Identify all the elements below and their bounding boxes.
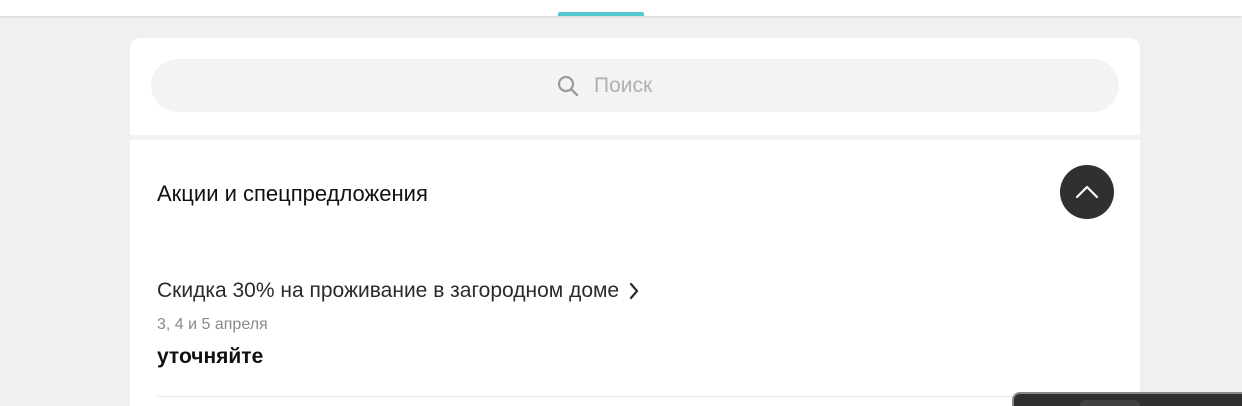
section-divider — [130, 135, 1140, 140]
section-title: Акции и спецпредложения — [157, 181, 428, 206]
active-tab-indicator — [558, 12, 644, 16]
search-inner — [556, 73, 714, 98]
search-input[interactable] — [594, 73, 714, 98]
floating-widget[interactable] — [1012, 392, 1242, 406]
row-divider — [157, 396, 1140, 397]
offer-title-link[interactable]: Скидка 30% на проживание в загородном до… — [157, 279, 639, 303]
offer-price: уточняйте — [157, 345, 264, 368]
page: Акции и спецпредложения Скидка 30% на пр… — [0, 0, 1242, 406]
chevron-up-icon — [1075, 185, 1099, 199]
top-bar — [0, 0, 1242, 16]
offer-dates: 3, 4 и 5 апреля — [157, 316, 268, 333]
chevron-right-icon — [630, 282, 639, 300]
content-card: Акции и спецпредложения Скидка 30% на пр… — [130, 38, 1140, 406]
collapse-section-button[interactable] — [1060, 165, 1114, 219]
search-bar[interactable] — [151, 59, 1119, 112]
offer-title: Скидка 30% на проживание в загородном до… — [157, 279, 620, 302]
search-icon — [557, 75, 579, 96]
widget-handle[interactable] — [1080, 400, 1140, 406]
